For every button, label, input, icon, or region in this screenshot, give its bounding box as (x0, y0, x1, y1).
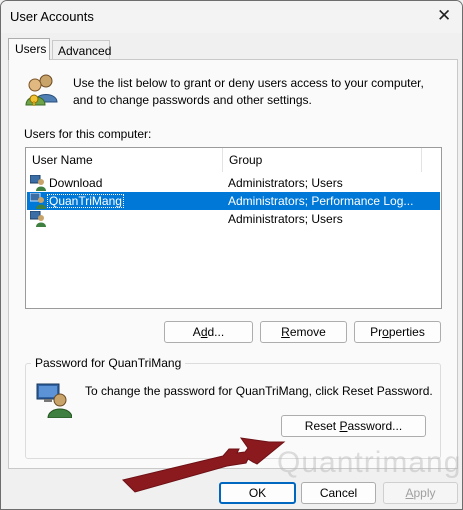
title-bar: User Accounts ✕ (1, 1, 462, 33)
user-row-unnamed[interactable]: Administrators; Users (27, 210, 440, 228)
add-user-button[interactable]: Add... (164, 321, 253, 343)
user-icon (30, 211, 46, 227)
password-groupbox (25, 363, 441, 459)
intro-text: Use the list below to grant or deny user… (73, 76, 424, 107)
ok-button[interactable]: OK (219, 482, 296, 504)
user-group-cell: Administrators; Users (228, 212, 343, 226)
cancel-button[interactable]: Cancel (301, 482, 376, 504)
user-accounts-window: User Accounts ✕ Users Advanced Use the l… (0, 0, 463, 510)
users-list-label: Users for this computer: (24, 127, 152, 141)
reset-password-button[interactable]: Reset Password... (281, 415, 426, 437)
password-instructions: To change the password for QuanTriMang, … (85, 384, 433, 398)
users-listview[interactable]: User Name Group Download Administrators;… (25, 147, 442, 309)
close-icon[interactable]: ✕ (437, 7, 451, 24)
password-group-legend: Password for QuanTriMang (31, 356, 186, 370)
properties-button[interactable]: Properties (354, 321, 441, 343)
remove-user-button[interactable]: Remove (260, 321, 347, 343)
user-group-cell: Administrators; Users (228, 176, 343, 190)
user-name-cell: QuanTriMang (47, 194, 124, 208)
user-row-quantrimang[interactable]: QuanTriMang Administrators; Performance … (27, 192, 440, 210)
user-icon (30, 193, 46, 209)
user-group-cell: Administrators; Performance Log... (228, 194, 414, 208)
user-name-cell: Download (49, 176, 103, 190)
tab-users-label: Users (15, 42, 47, 56)
user-icon (30, 175, 46, 191)
tab-advanced-label: Advanced (58, 44, 112, 58)
tab-advanced[interactable]: Advanced (52, 40, 112, 60)
user-row-download[interactable]: Download Administrators; Users (27, 174, 440, 192)
column-header-user-name[interactable]: User Name (26, 148, 223, 172)
apply-button[interactable]: Apply (383, 482, 458, 504)
column-header-group[interactable]: Group (223, 148, 422, 172)
watermark: Quantrimang (277, 446, 462, 479)
user-password-icon (36, 383, 72, 418)
users-tab-panel: Use the list below to grant or deny user… (8, 59, 460, 479)
window-title: User Accounts (10, 9, 94, 24)
tab-users[interactable]: Users (8, 38, 50, 60)
users-group-icon (25, 74, 58, 106)
